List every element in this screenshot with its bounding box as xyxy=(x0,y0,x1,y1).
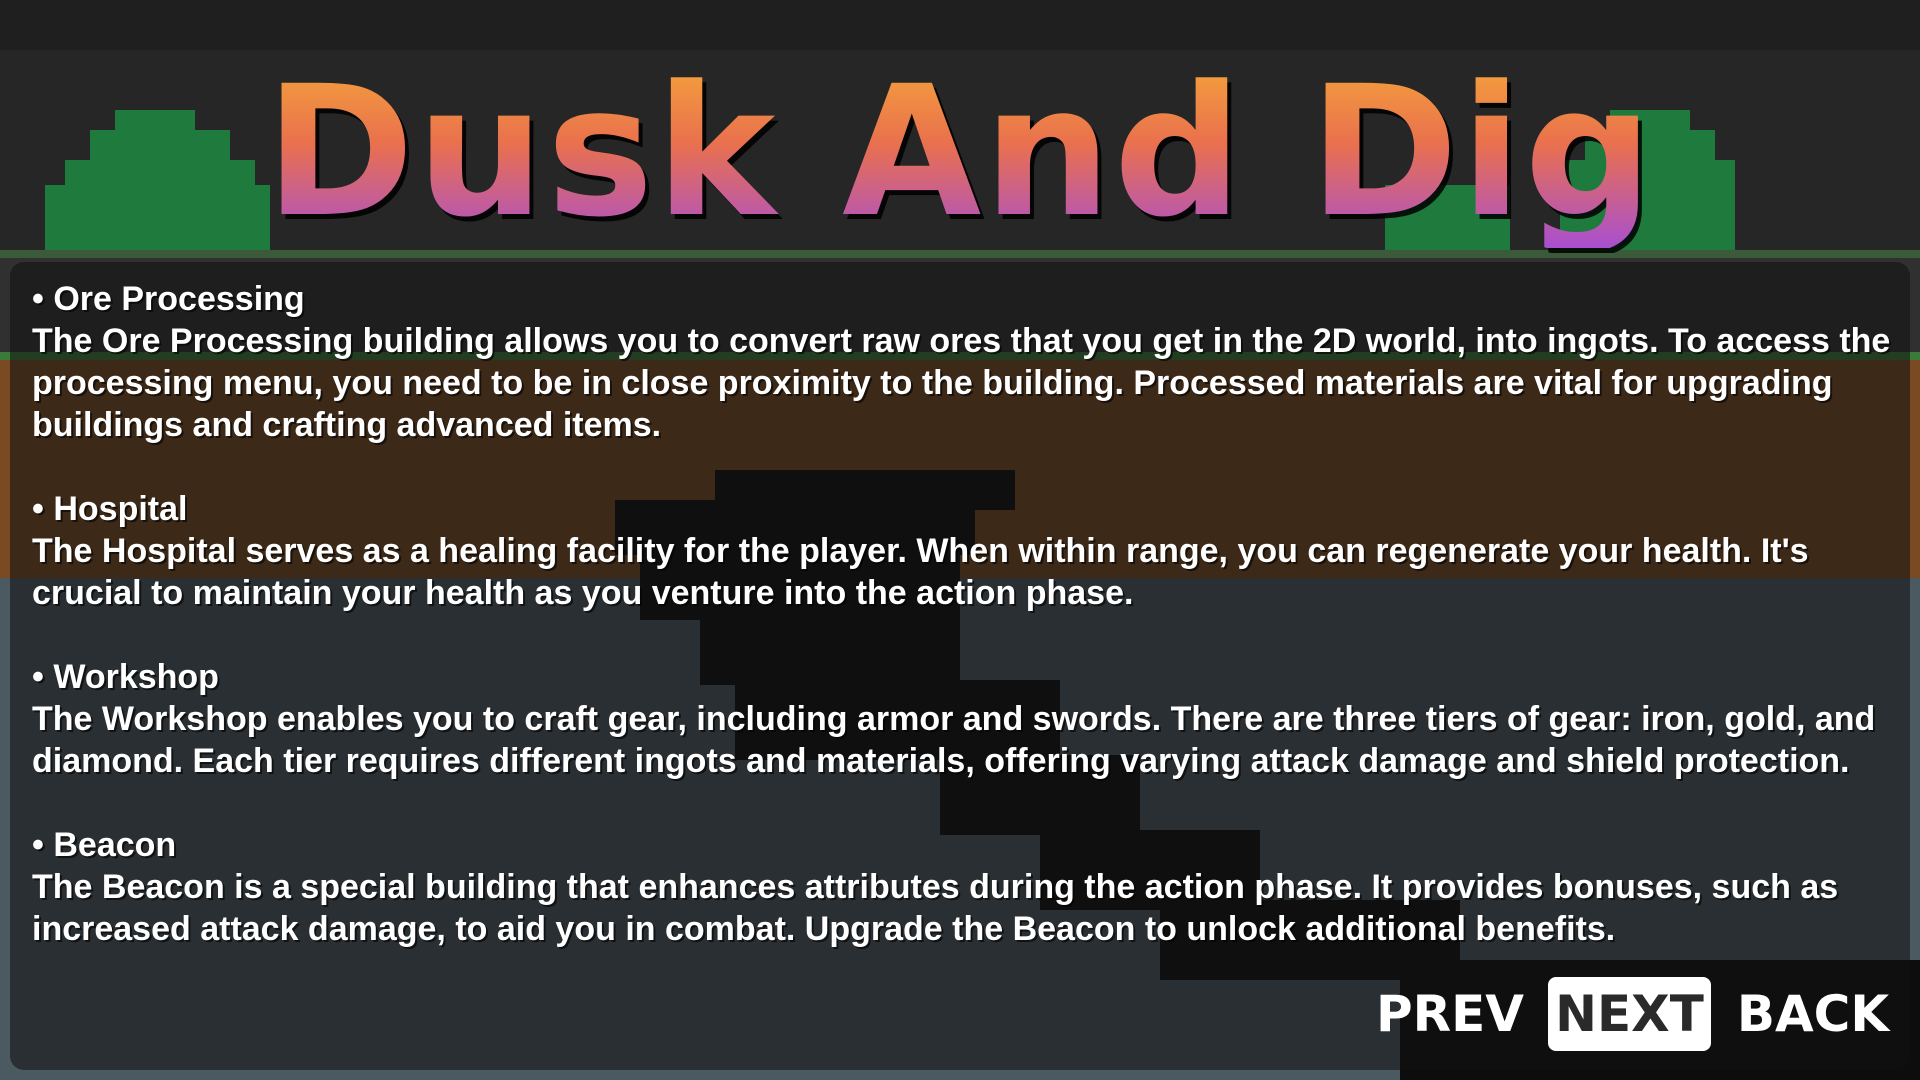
section-workshop: • Workshop The Workshop enables you to c… xyxy=(32,656,1902,782)
section-hospital: • Hospital The Hospital serves as a heal… xyxy=(32,488,1902,614)
section-heading: • Hospital xyxy=(32,490,188,528)
section-heading: • Beacon xyxy=(32,826,177,864)
section-description: The Hospital serves as a healing facilit… xyxy=(32,532,1809,612)
section-description: The Beacon is a special building that en… xyxy=(32,868,1839,948)
game-title: Dusk And Dig xyxy=(0,58,1920,248)
section-heading: • Workshop xyxy=(32,658,219,696)
section-beacon: • Beacon The Beacon is a special buildin… xyxy=(32,824,1902,950)
section-heading: • Ore Processing xyxy=(32,280,305,318)
back-button[interactable]: BACK xyxy=(1737,977,1889,1051)
section-description: The Ore Processing building allows you t… xyxy=(32,322,1891,444)
buildings-info: • Ore Processing The Ore Processing buil… xyxy=(32,278,1902,992)
prev-button[interactable]: PREV xyxy=(1376,977,1524,1051)
next-button[interactable]: NEXT xyxy=(1548,977,1711,1051)
section-description: The Workshop enables you to craft gear, … xyxy=(32,700,1876,780)
section-ore-processing: • Ore Processing The Ore Processing buil… xyxy=(32,278,1902,446)
top-bar xyxy=(0,0,1920,50)
